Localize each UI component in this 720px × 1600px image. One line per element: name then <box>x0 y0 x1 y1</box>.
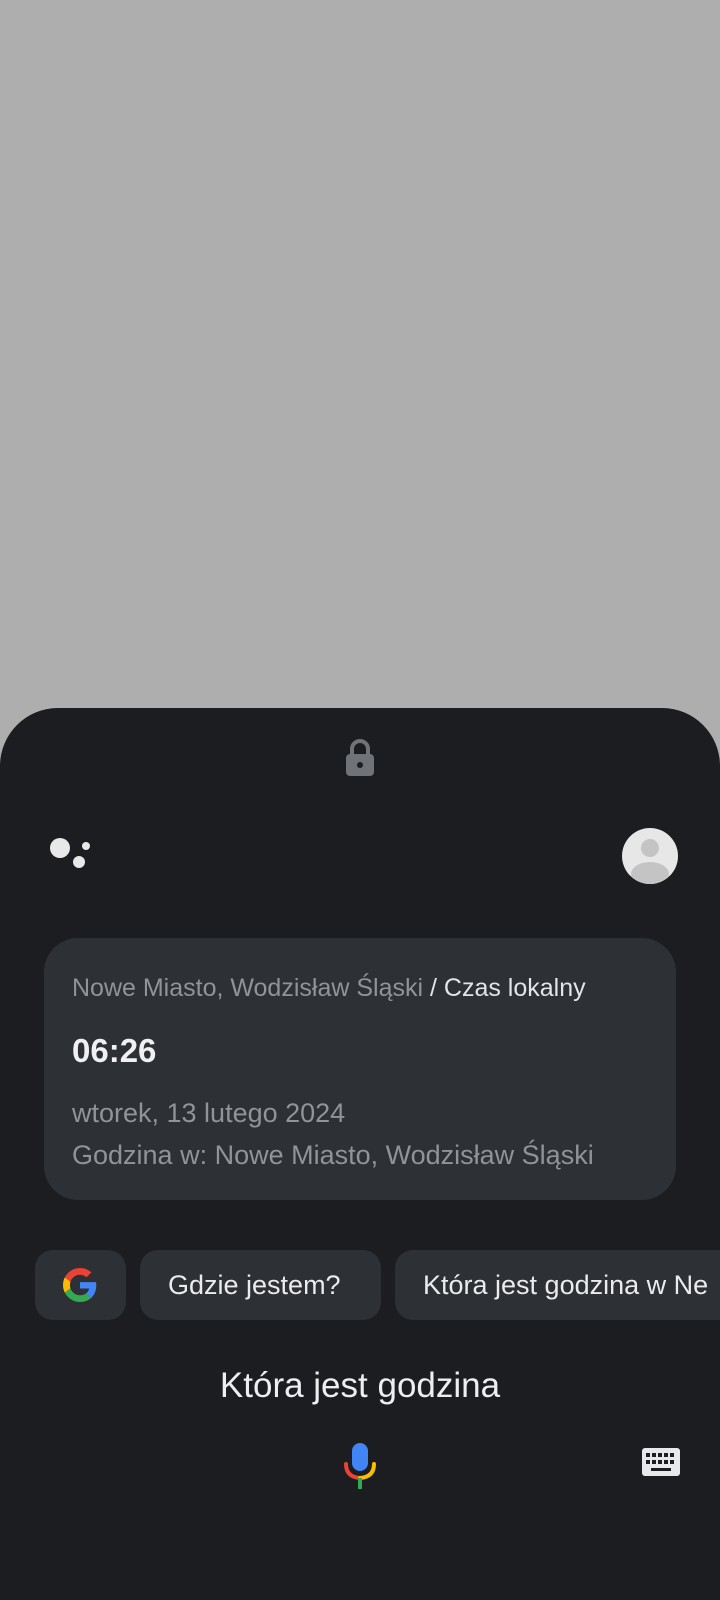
lock-icon <box>346 739 374 776</box>
account-avatar-icon <box>631 839 669 884</box>
keyboard-icon[interactable] <box>642 1448 680 1476</box>
assistant-sheet: Nowe Miasto, Wodzisław Śląski / Czas lok… <box>0 708 720 1600</box>
result-time: 06:26 <box>72 1032 157 1069</box>
result-location-line: Nowe Miasto, Wodzisław Śląski / Czas lok… <box>72 974 586 1003</box>
result-date: wtorek, 13 lutego 2024 <box>72 1098 346 1128</box>
spoken-query-text: Która jest godzina <box>219 1366 501 1405</box>
suggestion-chips: Gdzie jestem? Która jest godzina w Ne <box>0 1250 720 1322</box>
result-local-label: Czas lokalny <box>443 974 586 1002</box>
result-place-line: Godzina w: Nowe Miasto, Wodzisław Śląski <box>72 1140 594 1170</box>
result-separator: / <box>423 974 444 1002</box>
google-g-icon <box>63 1268 97 1302</box>
suggestion-chip-where-am-i[interactable]: Gdzie jestem? <box>140 1250 381 1320</box>
dimmed-background[interactable] <box>0 0 720 708</box>
time-result-card[interactable]: Nowe Miasto, Wodzisław Śląski / Czas lok… <box>44 938 676 1200</box>
account-avatar[interactable] <box>622 828 678 884</box>
result-location: Nowe Miasto, Wodzisław Śląski <box>72 974 424 1002</box>
microphone-icon[interactable] <box>343 1442 377 1490</box>
google-assistant-dots-icon <box>50 838 90 868</box>
google-search-chip[interactable] <box>35 1250 126 1320</box>
suggestion-chip-time-in[interactable]: Która jest godzina w Ne <box>395 1250 720 1320</box>
